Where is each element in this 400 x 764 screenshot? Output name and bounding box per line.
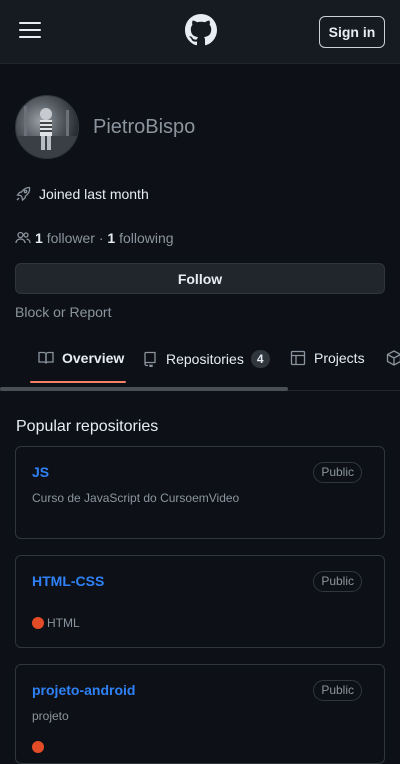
table-icon [290,350,306,366]
repo-icon [144,351,156,367]
github-octocat-icon[interactable] [185,14,217,46]
repo-card: projeto-android Public projeto [15,664,385,764]
active-tab-indicator [30,381,126,383]
book-icon [38,351,54,364]
visibility-badge: Public [313,462,362,483]
repo-language [32,741,47,753]
top-header: Sign in [0,0,400,64]
repo-name-link[interactable]: JS [32,464,49,480]
package-icon [386,350,400,366]
profile-header: PietroBispo [0,64,400,159]
repo-description: projeto [32,709,69,723]
repo-language: HTML [32,616,80,630]
profile-tabs: Overview Repositories 4 Projects [0,340,400,391]
joined-info: Joined last month [15,186,149,202]
followers-label[interactable]: follower [47,230,95,246]
tab-projects[interactable]: Projects [290,350,365,366]
sign-in-button[interactable]: Sign in [319,16,385,48]
people-icon [15,231,31,244]
language-color-dot [32,741,44,753]
tab-label: Overview [62,350,125,366]
tab-packages[interactable] [386,350,400,366]
repo-name-link[interactable]: projeto-android [32,682,135,698]
repo-card: JS Public Curso de JavaScript do Cursoem… [15,446,385,539]
tab-overview[interactable]: Overview [38,350,124,366]
repo-description: Curso de JavaScript do CursoemVideo [32,491,240,505]
repo-card: HTML-CSS Public HTML [15,555,385,648]
follow-stats: 1 follower · 1 following [15,230,174,246]
avatar[interactable] [15,95,79,159]
repositories-count-badge: 4 [250,350,270,368]
repo-name-link[interactable]: HTML-CSS [32,573,104,589]
popular-repositories-heading: Popular repositories [16,418,159,435]
following-label[interactable]: following [119,230,173,246]
tab-label: Projects [314,350,365,366]
visibility-badge: Public [313,680,362,701]
tabs-scrollbar[interactable] [0,387,288,391]
block-or-report-link[interactable]: Block or Report [15,304,111,320]
language-color-dot [32,617,44,629]
profile-username: PietroBispo [93,116,196,138]
rocket-icon [16,186,31,202]
tab-repositories[interactable]: Repositories 4 [142,350,270,368]
tab-label: Repositories [166,351,244,367]
following-count[interactable]: 1 [107,230,115,246]
visibility-badge: Public [313,571,362,592]
hamburger-menu-icon[interactable] [19,22,41,38]
language-label: HTML [47,616,80,630]
joined-text: Joined last month [39,186,149,202]
followers-count[interactable]: 1 [35,230,43,246]
separator: · [98,230,104,246]
follow-button[interactable]: Follow [15,263,385,294]
